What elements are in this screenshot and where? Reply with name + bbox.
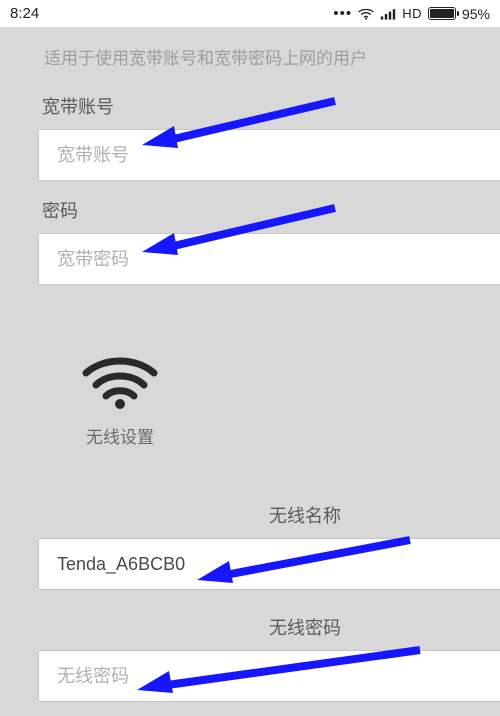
status-bar: 8:24 ••• HD 95% xyxy=(0,0,500,28)
wifi-status-icon xyxy=(358,8,374,20)
wifi-password-input-wrap[interactable] xyxy=(38,650,500,702)
broadband-account-label: 宽带账号 xyxy=(0,87,500,129)
hd-indicator: HD xyxy=(402,6,422,21)
broadband-password-label: 密码 xyxy=(0,191,500,233)
broadband-account-input[interactable] xyxy=(57,145,482,166)
more-dots-icon: ••• xyxy=(333,5,352,22)
battery-percent: 95% xyxy=(462,6,490,22)
wifi-name-input[interactable] xyxy=(57,554,482,575)
battery-icon xyxy=(428,7,456,20)
broadband-password-input-wrap[interactable] xyxy=(38,233,500,285)
broadband-account-input-wrap[interactable] xyxy=(38,129,500,181)
wifi-name-input-wrap[interactable] xyxy=(38,538,500,590)
wifi-settings-section: 无线设置 xyxy=(0,357,500,448)
wifi-section-label: 无线设置 xyxy=(86,423,154,448)
broadband-password-input[interactable] xyxy=(57,249,482,270)
status-time: 8:24 xyxy=(10,5,39,22)
hint-text: 适用于使用宽带账号和宽带密码上网的用户 xyxy=(0,34,500,77)
wifi-icon xyxy=(80,357,160,409)
wifi-name-label: 无线名称 xyxy=(0,496,500,538)
signal-icon xyxy=(380,8,396,20)
wifi-password-input[interactable] xyxy=(57,666,482,687)
wifi-password-label: 无线密码 xyxy=(0,608,500,650)
